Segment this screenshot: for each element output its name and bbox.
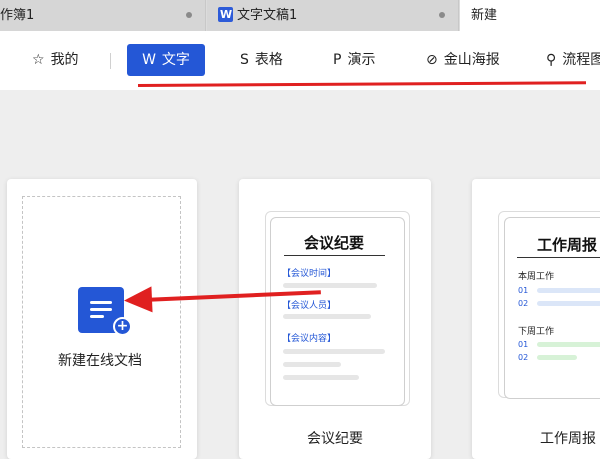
category-label: 我的 [50,52,79,68]
category-label: 表格 [254,52,283,68]
category-label: 演示 [347,52,376,68]
title-rule [517,257,600,258]
placeholder-bar [283,375,359,380]
paper-title: 会议纪要 [304,234,365,252]
category-sheet[interactable]: S 表格 [240,44,283,76]
paper-title: 工作周报 [537,236,598,254]
placeholder-bar [283,283,377,288]
placeholder-bar [283,362,341,367]
item-number: 02 [518,299,529,308]
placeholder-bar [537,342,600,347]
star-icon: ☆ [32,52,45,68]
divider [110,53,111,69]
category-label: 金山海报 [443,52,500,68]
placeholder-bar [537,355,577,360]
spreadsheet-icon: S [240,52,249,68]
tab-title: 作簿1 [0,8,35,23]
category-flowchart[interactable]: ⚲ 流程图 [546,44,600,76]
wps-writer-icon [218,7,233,22]
plus-circle-icon: + [113,317,132,336]
tab-title: 文字文稿1 [237,8,298,23]
placeholder-bar [537,288,600,293]
placeholder-bar [283,314,371,319]
category-slide[interactable]: P 演示 [333,44,375,76]
tab-bar: 作簿1 文字文稿1 新建 [0,0,600,31]
category-poster[interactable]: ⊘ 金山海报 [426,44,500,76]
template-caption: 工作周报 [540,431,596,447]
category-label: 流程图 [562,52,600,68]
this-week-label: 本周工作 [518,272,555,282]
item-number: 01 [518,340,529,349]
tab-workbook[interactable]: 作簿1 [0,0,206,31]
category-mine[interactable]: ☆ 我的 [32,44,79,76]
next-week-label: 下周工作 [518,327,555,337]
doc-line [90,301,112,304]
new-online-doc-label: 新建在线文档 [58,353,142,369]
item-number: 01 [518,286,529,295]
doc-line [90,308,112,311]
category-label: 文字 [161,52,190,68]
tab-new[interactable]: 新建 [460,0,600,31]
field-meeting-people: 【会议人员】 [282,301,337,311]
field-meeting-content: 【会议内容】 [282,334,337,344]
doc-line [90,315,104,318]
category-text[interactable]: W 文字 [127,44,205,76]
field-meeting-time: 【会议时间】 [282,269,337,279]
writer-icon: W [142,52,156,68]
item-number: 02 [518,353,529,362]
template-caption: 会议纪要 [307,431,363,447]
tab-title: 新建 [471,8,498,23]
placeholder-bar [283,349,385,354]
poster-icon: ⊘ [426,52,438,68]
flowchart-icon: ⚲ [546,52,557,68]
tab-close-icon[interactable] [439,12,445,18]
tab-close-icon[interactable] [186,12,192,18]
presentation-icon: P [333,52,342,68]
placeholder-bar [537,301,600,306]
tab-document[interactable]: 文字文稿1 [207,0,459,31]
annotation-arrow-head [123,286,153,314]
title-rule [284,255,385,256]
